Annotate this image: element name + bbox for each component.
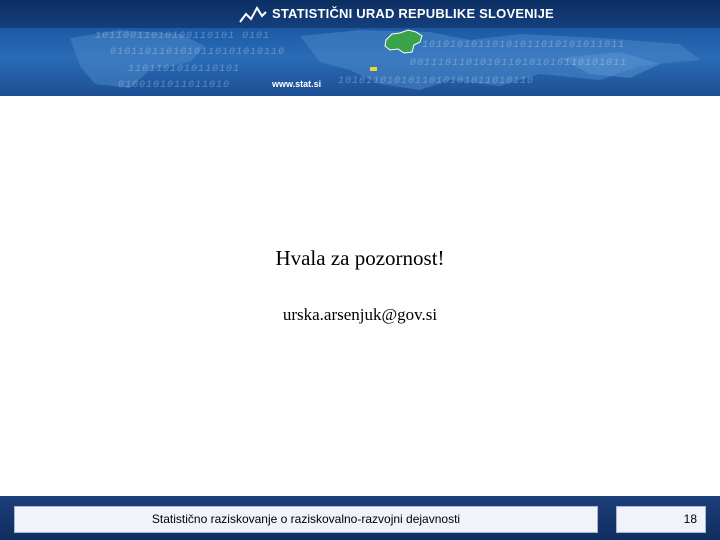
contact-email[interactable]: urska.arsenjuk@gov.si — [0, 305, 720, 325]
chart-line-logo-icon — [239, 6, 267, 23]
footer-bar: Statistično raziskovanje o raziskovalno-… — [0, 496, 720, 540]
footer-caption: Statistično raziskovanje o raziskovalno-… — [151, 512, 461, 526]
page-number-box: 18 — [616, 506, 706, 533]
slovenia-map-icon — [384, 29, 423, 54]
slide-title: Hvala za pozornost! — [275, 246, 445, 270]
location-marker-icon — [370, 67, 377, 71]
banner-title: STATISTIČNI URAD REPUBLIKE SLOVENIJE — [272, 6, 554, 21]
footer-caption-box: Statistično raziskovanje o raziskovalno-… — [14, 506, 598, 533]
page-number: 18 — [683, 512, 697, 526]
banner-url[interactable]: www.stat.si — [272, 79, 321, 89]
header-banner: 10110011010100110101 0101 01011011010101… — [0, 0, 720, 96]
